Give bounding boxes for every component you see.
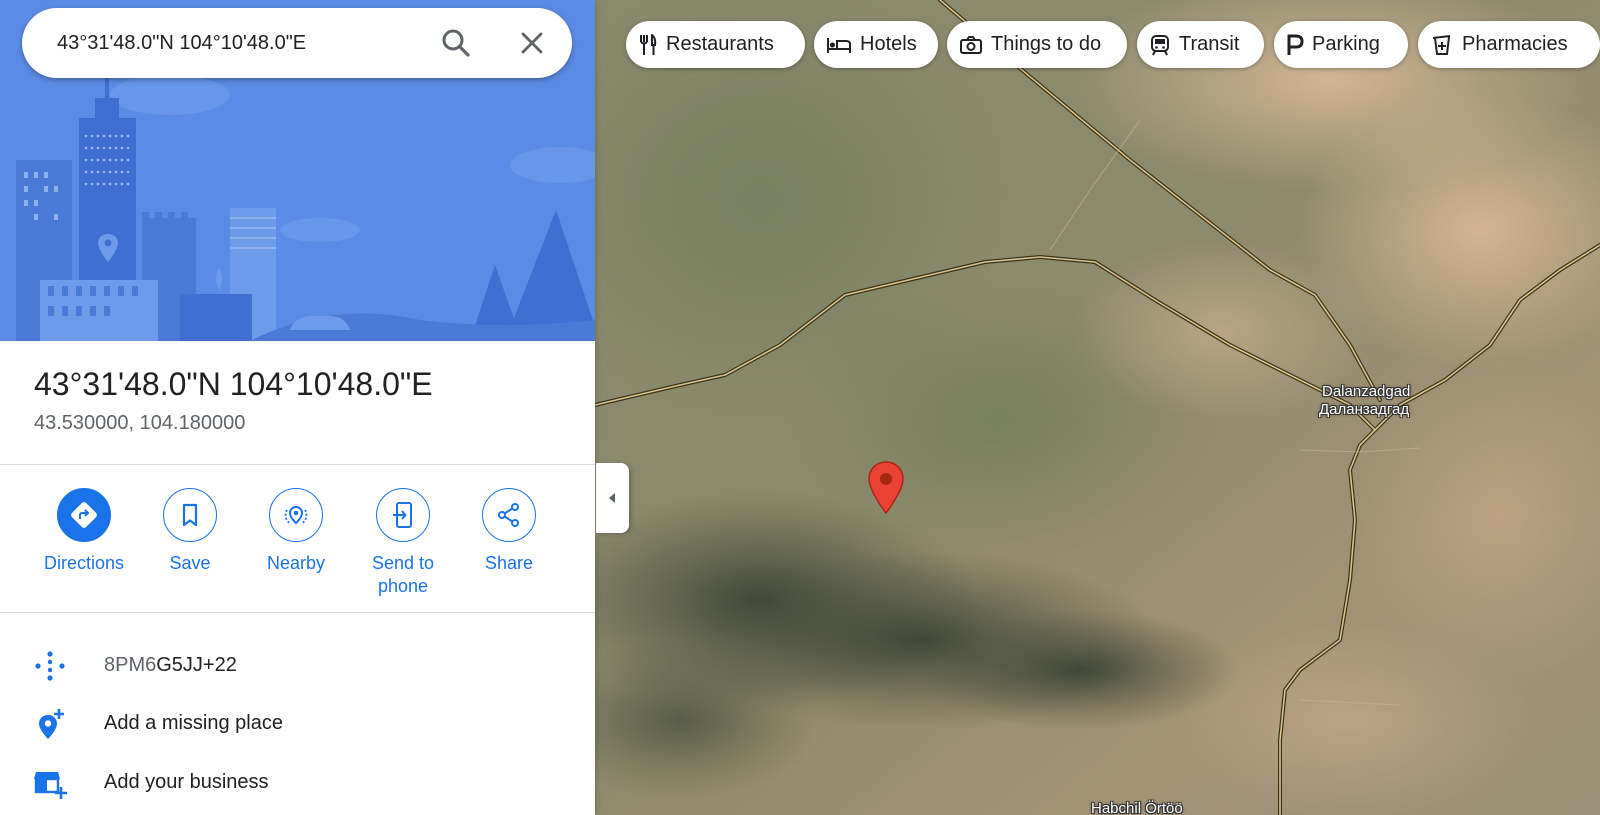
divider	[0, 464, 595, 465]
chip-pharmacies[interactable]: Pharmacies	[1418, 21, 1600, 68]
plus-code-prefix: 8PM6	[104, 654, 157, 676]
chip-label: Transit	[1179, 33, 1240, 55]
close-icon[interactable]	[516, 27, 548, 59]
nearby-button[interactable]: Nearby	[243, 488, 349, 575]
restaurant-icon	[640, 33, 657, 55]
share-button[interactable]: Share	[456, 488, 562, 575]
add-location-icon	[33, 707, 67, 741]
chip-label: Restaurants	[666, 33, 774, 55]
add-business-icon	[33, 766, 67, 800]
chip-restaurants[interactable]: Restaurants	[626, 21, 805, 68]
add-business-row[interactable]: Add your business	[0, 754, 595, 810]
save-button[interactable]: Save	[137, 488, 243, 575]
directions-label: Directions	[43, 553, 125, 573]
map-label-city[interactable]: Dalanzadgad	[1322, 383, 1410, 400]
hotel-icon	[827, 37, 851, 53]
chip-hotels[interactable]: Hotels	[814, 21, 938, 68]
add-missing-place-row[interactable]: Add a missing place	[0, 695, 595, 751]
send-to-phone-label: Send to phone	[371, 553, 435, 596]
search-icon[interactable]	[440, 27, 472, 59]
divider	[0, 612, 595, 613]
collapse-panel-button[interactable]	[596, 463, 629, 533]
chip-things-to-do[interactable]: Things to do	[947, 21, 1127, 68]
chip-label: Hotels	[860, 33, 917, 55]
map-label-city-cyrillic[interactable]: Даланзадгад	[1319, 401, 1409, 418]
chip-transit[interactable]: Transit	[1137, 21, 1264, 68]
plus-code-value: G5JJ+22	[156, 654, 237, 676]
chip-label: Parking	[1312, 33, 1380, 55]
search-box[interactable]: 43°31'48.0"N 104°10'48.0"E	[22, 8, 572, 78]
place-panel: 43°31'48.0"N 104°10'48.0"E 43°31'48.0"N …	[0, 0, 595, 815]
chip-label: Things to do	[991, 33, 1102, 55]
send-to-phone-icon	[393, 502, 412, 528]
place-title: 43°31'48.0"N 104°10'48.0"E	[34, 366, 433, 402]
chip-label: Pharmacies	[1462, 33, 1568, 55]
send-to-phone-button[interactable]: Send to phone	[350, 488, 456, 598]
pharmacy-icon	[1432, 34, 1451, 55]
chevron-left-icon	[609, 493, 615, 503]
bookmark-icon	[182, 503, 198, 527]
plus-code-row[interactable]: 8PM6G5JJ+22	[0, 637, 595, 693]
maps-window: Dalanzadgad Даланзадгад Habchil Örtöö Re…	[0, 0, 1600, 815]
share-label: Share	[484, 553, 534, 573]
nearby-label: Nearby	[266, 553, 326, 573]
chip-parking[interactable]: Parking	[1274, 21, 1408, 68]
plus-code-icon	[33, 649, 67, 683]
parking-icon	[1287, 34, 1304, 55]
place-decimal-coordinates[interactable]: 43.530000, 104.180000	[34, 412, 245, 435]
transit-icon	[1151, 34, 1169, 55]
search-input[interactable]: 43°31'48.0"N 104°10'48.0"E	[57, 8, 306, 78]
add-business-label: Add your business	[104, 771, 269, 793]
location-pin-icon[interactable]	[866, 460, 906, 516]
map-label-place[interactable]: Habchil Örtöö	[1091, 800, 1183, 815]
plus-code-text: 8PM6G5JJ+22	[104, 637, 237, 693]
nearby-icon	[284, 505, 308, 525]
save-label: Save	[169, 553, 211, 573]
directions-icon	[71, 502, 97, 528]
directions-button[interactable]: Directions	[31, 488, 137, 575]
action-buttons: Directions Save Nearby Send to phone Sha…	[0, 488, 595, 598]
camera-icon	[960, 35, 982, 54]
share-icon	[498, 503, 519, 527]
add-missing-place-label: Add a missing place	[104, 712, 283, 734]
